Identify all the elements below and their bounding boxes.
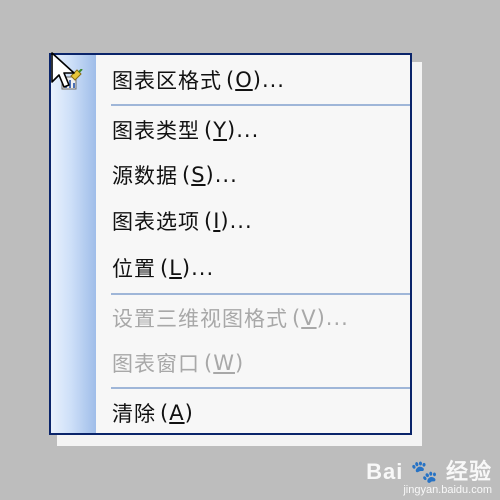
- menu-item-chart-options[interactable]: 图表选项 (I) ...: [96, 201, 410, 241]
- watermark-brand: Bai: [366, 459, 404, 484]
- menu-item-ellipsis: ...: [191, 256, 215, 280]
- baidu-jingyan-watermark: Bai 🐾 经验 jingyan.baidu.com: [366, 454, 492, 496]
- menu-item-ellipsis: ...: [325, 306, 349, 330]
- menu-item-mnemonic: S: [191, 163, 206, 187]
- menu-item-ellipsis: ...: [236, 118, 260, 142]
- mouse-pointer-icon: [51, 52, 75, 88]
- menu-item-clear[interactable]: 清除 (A): [96, 393, 410, 433]
- menu-item-3d-view-format: 设置三维视图格式 (V) ...: [96, 298, 410, 338]
- menu-item-ellipsis: ...: [229, 209, 253, 233]
- paw-icon: 🐾: [410, 459, 439, 484]
- menu-item-label: 图表类型: [112, 119, 200, 143]
- chart-context-menu: 图表区格式 (O) ... 图表类型 (Y) ... 源数据 (S) ... 图…: [49, 53, 412, 435]
- menu-item-label: 位置: [112, 257, 156, 281]
- menu-item-mnemonic: A: [169, 401, 185, 425]
- menu-item-label: 清除: [112, 402, 156, 426]
- menu-items: 图表区格式 (O) ... 图表类型 (Y) ... 源数据 (S) ... 图…: [51, 55, 410, 433]
- menu-item-label: 源数据: [112, 164, 178, 188]
- menu-item-label: 图表窗口: [112, 352, 200, 376]
- menu-item-source-data[interactable]: 源数据 (S) ...: [96, 155, 410, 195]
- menu-item-mnemonic: O: [235, 68, 253, 92]
- menu-item-chart-window: 图表窗口 (W): [96, 343, 410, 383]
- menu-item-mnemonic: W: [213, 351, 235, 375]
- watermark-brand-suffix: 经验: [445, 459, 492, 484]
- menu-item-chart-type[interactable]: 图表类型 (Y) ...: [96, 110, 410, 150]
- menu-item-mnemonic: I: [213, 209, 221, 233]
- menu-separator: [111, 387, 410, 389]
- menu-item-mnemonic: V: [301, 306, 317, 330]
- menu-separator: [111, 293, 410, 295]
- menu-item-ellipsis: ...: [261, 68, 285, 92]
- menu-item-mnemonic: Y: [213, 118, 228, 142]
- menu-item-label: 图表选项: [112, 210, 200, 234]
- menu-item-format-chart-area[interactable]: 图表区格式 (O) ...: [61, 60, 410, 100]
- menu-item-location[interactable]: 位置 (L) ...: [96, 248, 410, 288]
- menu-item-label: 图表区格式: [112, 69, 222, 93]
- screen: 图表区格式 (O) ... 图表类型 (Y) ... 源数据 (S) ... 图…: [0, 0, 500, 500]
- menu-item-label: 设置三维视图格式: [112, 307, 288, 331]
- menu-item-mnemonic: L: [169, 256, 182, 280]
- menu-item-ellipsis: ...: [214, 163, 238, 187]
- menu-separator: [111, 104, 410, 106]
